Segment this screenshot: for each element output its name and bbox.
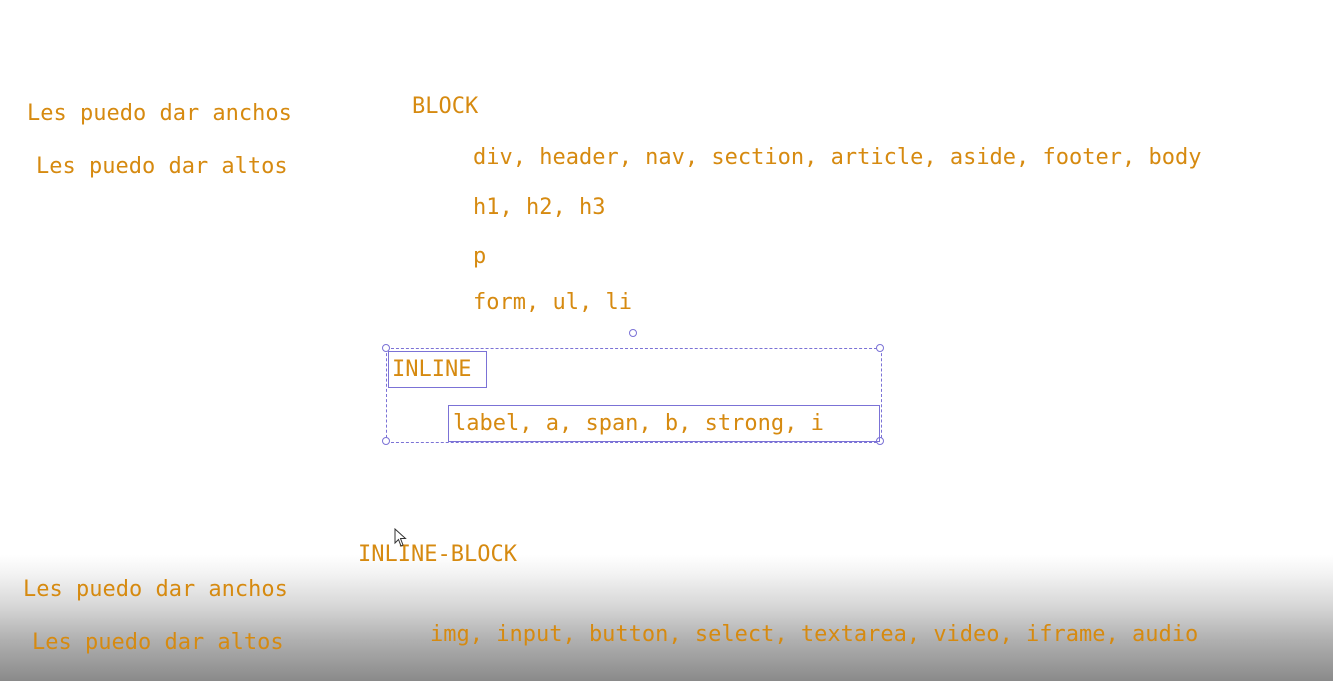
block-item-paragraph: p <box>473 244 487 269</box>
inline-block-items: img, input, button, select, textarea, vi… <box>430 622 1199 647</box>
note-heights-top: Les puedo dar altos <box>36 154 288 179</box>
note-heights-bottom: Les puedo dar altos <box>32 630 284 655</box>
inline-block-heading: INLINE-BLOCK <box>358 542 517 567</box>
note-widths-top: Les puedo dar anchos <box>27 101 292 126</box>
slide-canvas: Les puedo dar anchos Les puedo dar altos… <box>0 0 1333 681</box>
block-item-headings: h1, h2, h3 <box>473 195 606 220</box>
block-item-lists: form, ul, li <box>473 290 632 315</box>
mouse-pointer-icon <box>394 528 407 547</box>
block-item-structural: div, header, nav, section, article, asid… <box>473 145 1202 170</box>
resize-handle-top-right[interactable] <box>876 344 884 352</box>
note-widths-bottom: Les puedo dar anchos <box>23 577 288 602</box>
inline-heading: INLINE <box>392 357 472 382</box>
rotate-handle[interactable] <box>629 329 637 337</box>
inline-items: label, a, span, b, strong, i <box>453 411 824 436</box>
block-heading: BLOCK <box>412 94 479 119</box>
resize-handle-bottom-left[interactable] <box>382 437 390 445</box>
